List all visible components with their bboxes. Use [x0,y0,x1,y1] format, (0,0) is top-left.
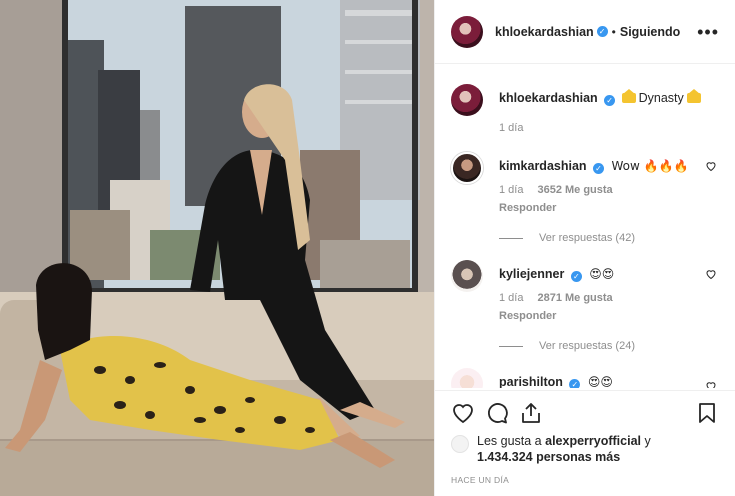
verified-badge-icon: ✓ [604,95,616,106]
caption: khloekardashian ✓ Dynasty 1 día [451,84,719,136]
comment-like-heart-icon[interactable] [705,268,717,280]
comment-icon[interactable] [485,401,509,425]
post-header: khloekardashian ✓ • Siguiendo ••• [435,0,735,64]
post-actions: Les gusta a alexperryofficial y 1.434.32… [435,390,735,485]
view-replies-button[interactable]: Ver respuestas (42) [499,232,719,244]
view-replies-label: Ver respuestas (24) [539,340,635,352]
likes-suffix: y [644,434,651,448]
comment-username[interactable]: kyliejenner [499,267,564,281]
comments-list[interactable]: khloekardashian ✓ Dynasty 1 día kimkarda… [435,72,735,388]
likes-summary: Les gusta a alexperryofficial y 1.434.32… [451,433,719,465]
liker-avatar[interactable] [451,435,469,453]
comment-like-heart-icon[interactable] [705,160,717,172]
comment-text: 😍😍 [589,267,615,281]
comment-time[interactable]: 1 día [499,182,523,198]
crown-icon [621,89,636,103]
replies-line [499,345,523,347]
caption-username[interactable]: khloekardashian [499,91,598,105]
post-image [0,0,434,496]
comment-item: kyliejenner ✓ 😍😍 1 día 2871 Me gusta Res… [451,260,719,324]
heart-icon[interactable] [451,401,475,425]
ellipsis-icon[interactable]: ••• [697,23,719,41]
comment-likes[interactable]: 2871 Me gusta [537,290,612,306]
comment-item: parishilton ✓ 😍😍 [451,368,719,388]
comment-text: 😍😍 [587,375,613,388]
comment-avatar[interactable] [451,152,483,184]
verified-badge-icon: ✓ [570,271,582,282]
comment-text: Wow 🔥🔥🔥 [611,159,689,173]
crown-icon [686,89,701,103]
action-bar [451,399,719,427]
replies-line [499,237,523,239]
share-icon[interactable] [519,401,543,425]
verified-badge-icon: ✓ [569,379,581,388]
comment-username[interactable]: parishilton [499,375,563,388]
post-photo[interactable] [0,0,434,496]
comment-avatar[interactable] [451,260,483,292]
view-replies-label: Ver respuestas (42) [539,232,635,244]
post-sidebar: khloekardashian ✓ • Siguiendo ••• khloek… [434,0,735,496]
verified-badge-icon: ✓ [596,26,608,37]
likes-prefix: Les gusta a [477,434,542,448]
comment-like-heart-icon[interactable] [705,380,717,388]
header-separator: • [611,24,616,39]
bookmark-icon[interactable] [695,401,719,425]
likes-count[interactable]: 1.434.324 personas más [477,450,620,464]
view-replies-button[interactable]: Ver respuestas (24) [499,340,719,352]
liker-username[interactable]: alexperryofficial [545,434,641,448]
post-timestamp[interactable]: Hace un día [451,475,719,485]
comment-likes[interactable]: 3652 Me gusta [537,182,612,198]
reply-button[interactable]: Responder [499,308,719,324]
comment-avatar[interactable] [451,368,483,388]
author-username[interactable]: khloekardashian [495,25,594,39]
reply-button[interactable]: Responder [499,200,719,216]
comment-username[interactable]: kimkardashian [499,159,587,173]
comment-time[interactable]: 1 día [499,290,523,306]
caption-text: Dynasty [638,91,684,105]
author-avatar[interactable] [451,15,483,48]
caption-avatar[interactable] [451,84,483,116]
comment-item: kimkardashian ✓ Wow 🔥🔥🔥 1 día 3652 Me gu… [451,152,719,216]
following-button[interactable]: Siguiendo [620,25,680,39]
verified-badge-icon: ✓ [593,163,605,174]
caption-time[interactable]: 1 día [499,120,523,136]
